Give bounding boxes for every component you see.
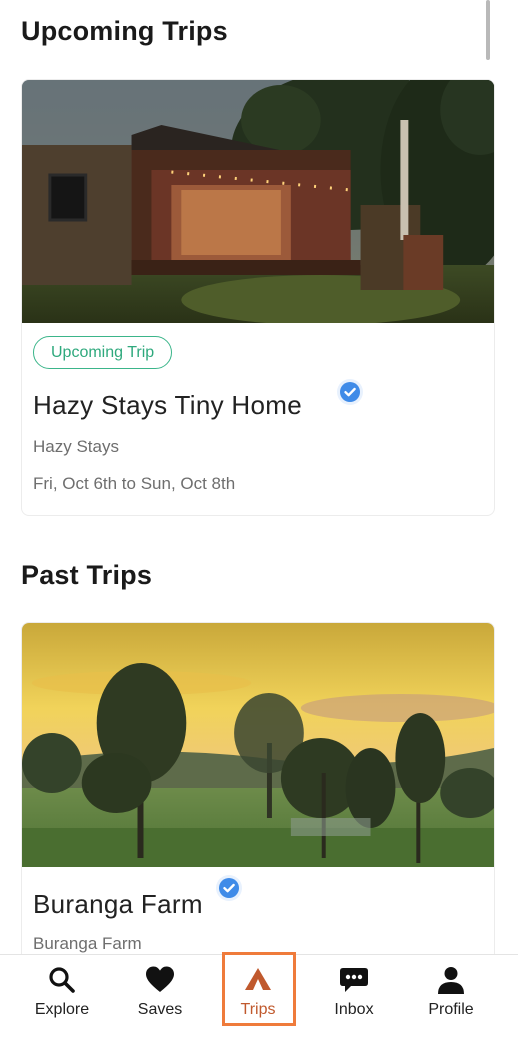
upcoming-trip-dates: Fri, Oct 6th to Sun, Oct 8th — [33, 474, 236, 493]
search-icon — [49, 967, 75, 993]
tab-inbox[interactable]: Inbox — [309, 955, 399, 1027]
past-trip-card[interactable]: Buranga Farm Buranga Farm — [21, 622, 495, 962]
bottom-tab-bar: Explore Saves Trips Inbox Profile — [0, 952, 518, 1051]
past-trips-heading: Past Trips — [21, 560, 153, 590]
tab-profile[interactable]: Profile — [406, 955, 496, 1027]
upcoming-trips-heading: Upcoming Trips — [21, 16, 228, 46]
person-icon — [438, 967, 464, 994]
upcoming-trip-badge: Upcoming Trip — [33, 336, 173, 369]
farm-photo — [22, 623, 494, 867]
trips-screen: Upcoming Trips Upcoming Trip Hazy Stays … — [0, 0, 518, 1051]
heart-icon — [146, 966, 174, 992]
tab-explore-label: Explore — [34, 1001, 90, 1018]
past-trip-title: Buranga Farm — [33, 889, 203, 919]
verified-badge-icon — [340, 382, 360, 402]
tab-saves[interactable]: Saves — [115, 955, 205, 1027]
chat-bubble-icon — [340, 968, 368, 992]
tab-saves-label: Saves — [137, 1001, 183, 1018]
tab-inbox-label: Inbox — [334, 1001, 374, 1018]
verified-badge-icon — [219, 878, 239, 898]
upcoming-trip-title: Hazy Stays Tiny Home — [33, 390, 302, 420]
active-tab-highlight — [222, 952, 296, 1026]
upcoming-trip-card[interactable]: Upcoming Trip Hazy Stays Tiny Home Hazy … — [21, 79, 495, 516]
past-trip-host: Buranga Farm — [33, 934, 142, 953]
tab-explore[interactable]: Explore — [17, 955, 107, 1027]
scrollbar[interactable] — [486, 0, 490, 60]
upcoming-trip-host: Hazy Stays — [33, 437, 119, 456]
tiny-home-photo — [22, 80, 494, 323]
tab-profile-label: Profile — [428, 1001, 474, 1018]
